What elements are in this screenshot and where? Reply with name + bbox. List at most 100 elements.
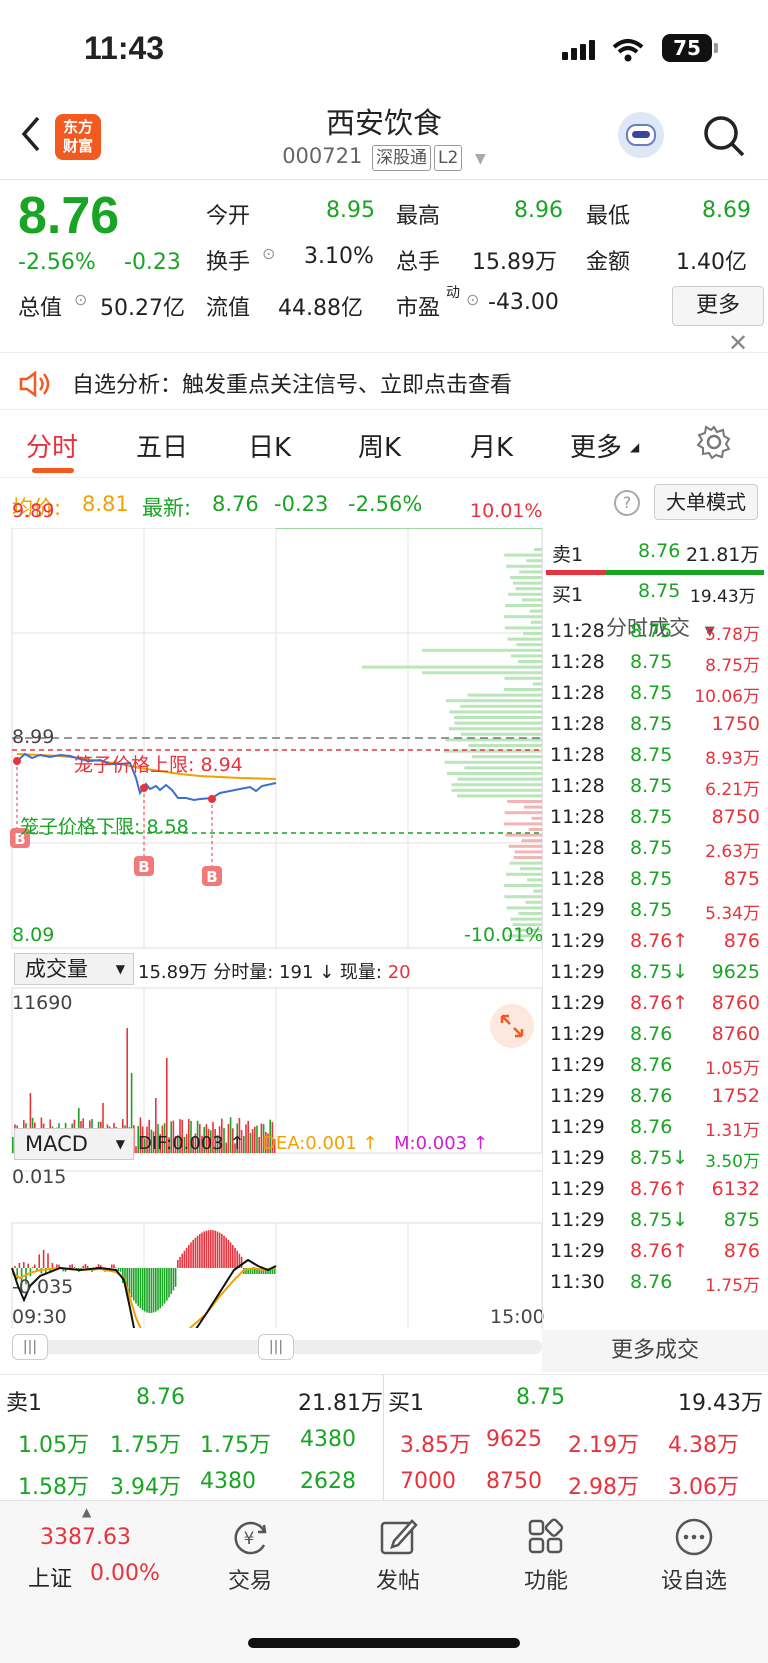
y-axis-bottom: 8.09 bbox=[12, 924, 55, 946]
tick-volume: 9625 bbox=[711, 961, 760, 983]
mktcap-value: 50.27亿 bbox=[100, 296, 185, 321]
settings-gear-icon[interactable] bbox=[696, 424, 732, 460]
more-ticks-button[interactable]: 更多成交 bbox=[542, 1330, 768, 1372]
macd-axis-top: 0.015 bbox=[12, 1166, 67, 1188]
book-bid-cell: 8750 bbox=[486, 1469, 542, 1494]
tab-more[interactable]: 更多 bbox=[570, 427, 622, 464]
tick-time: 11:29 bbox=[550, 899, 605, 921]
close-icon[interactable]: ✕ bbox=[728, 329, 748, 357]
tick-price: 8.76 bbox=[630, 1023, 673, 1045]
nav-add-watchlist[interactable]: 设自选 bbox=[644, 1517, 744, 1595]
tick-row: 11:29 8.76 1752 bbox=[550, 1085, 760, 1116]
index-name: 上证 bbox=[28, 1567, 73, 1592]
book-bid-label: 买1 bbox=[388, 1391, 424, 1416]
tick-volume: 6132 bbox=[711, 1178, 760, 1200]
tick-price: 8.76↑ bbox=[630, 1178, 689, 1200]
low-label: 最低 bbox=[586, 204, 631, 229]
tick-price: 8.75 bbox=[630, 713, 673, 735]
tab-month-k[interactable]: 月K bbox=[470, 427, 513, 464]
lower-limit-label: 笼子价格下限: 8.58 bbox=[20, 816, 189, 838]
tab-week-k[interactable]: 周K bbox=[358, 427, 401, 464]
tick-price: 8.75↓ bbox=[630, 961, 689, 983]
dea-value: DEA:0.001 ↑ bbox=[262, 1133, 378, 1154]
index-value[interactable]: 3387.63 bbox=[40, 1525, 131, 1550]
volume-label: 总手 bbox=[396, 250, 441, 275]
book-ask-cell: 4380 bbox=[300, 1427, 356, 1452]
speaker-icon bbox=[19, 371, 50, 397]
tick-row: 11:28 8.75 8750 bbox=[550, 806, 760, 837]
notice-bar[interactable]: 自选分析：触发重点关注信号、立即点击查看 ✕ bbox=[0, 329, 768, 410]
mktcap-label: 总值 bbox=[18, 296, 63, 321]
ref-price: 8.99 bbox=[12, 726, 55, 748]
side-ask1-label: 卖1 bbox=[552, 544, 584, 566]
side-bid1-vol: 19.43万 bbox=[690, 587, 756, 607]
tick-price: 8.75 bbox=[630, 682, 673, 704]
tick-price: 8.75 bbox=[630, 868, 673, 890]
book-bid-price: 8.75 bbox=[516, 1385, 565, 1410]
tick-price: 8.76 bbox=[630, 1116, 673, 1138]
tab-five-day[interactable]: 五日 bbox=[136, 427, 188, 464]
tab-intraday[interactable]: 分时 bbox=[26, 427, 78, 464]
side-ask1-price: 8.76 bbox=[638, 540, 681, 562]
slider-handle-right[interactable]: ||| bbox=[258, 1334, 294, 1360]
time-end: 15:00 bbox=[490, 1306, 545, 1328]
expand-icon[interactable] bbox=[490, 1004, 534, 1048]
order-book: 卖1 8.76 21.81万 买1 8.75 19.43万 1.05万 1.75万… bbox=[0, 1374, 768, 1501]
tick-volume: 8.93万 bbox=[705, 749, 760, 769]
nav-trade[interactable]: ¥ 交易 bbox=[200, 1517, 300, 1595]
tab-day-k[interactable]: 日K bbox=[248, 427, 291, 464]
tick-time: 11:28 bbox=[550, 837, 605, 859]
notice-text: 自选分析：触发重点关注信号、立即点击查看 bbox=[72, 373, 513, 398]
more-button[interactable]: 更多 bbox=[672, 286, 764, 326]
tick-price: 8.75 bbox=[630, 744, 673, 766]
nav-function[interactable]: 功能 bbox=[496, 1517, 596, 1595]
info-dots-icon[interactable]: ⊙ bbox=[74, 290, 87, 309]
tick-row: 11:29 8.75 5.34万 bbox=[550, 899, 760, 930]
tick-price: 8.76↑ bbox=[630, 930, 689, 952]
tick-price: 8.76↑ bbox=[630, 1240, 689, 1262]
macd-indicator-select[interactable]: MACD ▼ bbox=[14, 1128, 134, 1160]
tick-time: 11:29 bbox=[550, 1054, 605, 1076]
nav-post[interactable]: 发帖 bbox=[348, 1517, 448, 1595]
y-axis-top: 9.89 bbox=[12, 500, 55, 522]
tick-time: 11:28 bbox=[550, 651, 605, 673]
book-ask-cell: 3.94万 bbox=[110, 1475, 181, 1500]
wifi-icon bbox=[612, 39, 644, 62]
tick-price: 8.76 bbox=[630, 1271, 673, 1293]
tick-row: 11:28 8.75 2.63万 bbox=[550, 837, 760, 868]
chart-info-bar: 均价: 8.81 最新: 8.76 -0.23 -2.56% ? 大单模式 bbox=[0, 478, 768, 528]
tick-volume: 8.75万 bbox=[705, 656, 760, 676]
pe-sup: 动 bbox=[446, 285, 460, 301]
depth-histogram bbox=[362, 548, 542, 938]
volume-indicator-select[interactable]: 成交量 ▼ bbox=[14, 953, 134, 985]
caret-up-icon: ▲ bbox=[82, 1505, 92, 1519]
search-icon[interactable] bbox=[702, 114, 746, 158]
tick-row: 11:30 8.76 1.75万 bbox=[550, 1271, 760, 1302]
info-change-pct: -2.56% bbox=[348, 492, 423, 516]
help-icon[interactable]: ? bbox=[614, 490, 640, 516]
tick-row: 11:29 8.76 1.31万 bbox=[550, 1116, 760, 1147]
slider-handle-left[interactable]: ||| bbox=[12, 1334, 48, 1360]
tick-time: 11:28 bbox=[550, 868, 605, 890]
robot-assistant-icon[interactable] bbox=[618, 112, 664, 158]
tick-time: 11:29 bbox=[550, 1209, 605, 1231]
info-dots-icon[interactable]: ⊙ bbox=[262, 244, 275, 263]
tick-row: 11:29 8.75↓ 9625 bbox=[550, 961, 760, 992]
tick-row: 11:29 8.76↑ 876 bbox=[550, 1240, 760, 1271]
info-dots-icon[interactable]: ⊙ bbox=[466, 290, 479, 309]
turnover-label: 换手 bbox=[206, 250, 251, 275]
book-ask-cell: 2628 bbox=[300, 1469, 356, 1494]
tick-time: 11:29 bbox=[550, 1023, 605, 1045]
tick-row: 11:29 8.76 8760 bbox=[550, 1023, 760, 1054]
tick-price: 8.75 bbox=[630, 651, 673, 673]
low-value: 8.69 bbox=[702, 198, 751, 223]
avg-value: 8.81 bbox=[82, 492, 129, 516]
tick-price: 8.75 bbox=[630, 806, 673, 828]
tick-volume: 875 bbox=[723, 1209, 760, 1231]
tick-time: 11:29 bbox=[550, 1085, 605, 1107]
book-ask-cell: 1.75万 bbox=[200, 1433, 271, 1458]
tick-price: 8.76 bbox=[630, 1054, 673, 1076]
big-order-mode-button[interactable]: 大单模式 bbox=[654, 484, 758, 520]
current-price: 8.76 bbox=[18, 187, 120, 245]
tick-time: 11:28 bbox=[550, 682, 605, 704]
